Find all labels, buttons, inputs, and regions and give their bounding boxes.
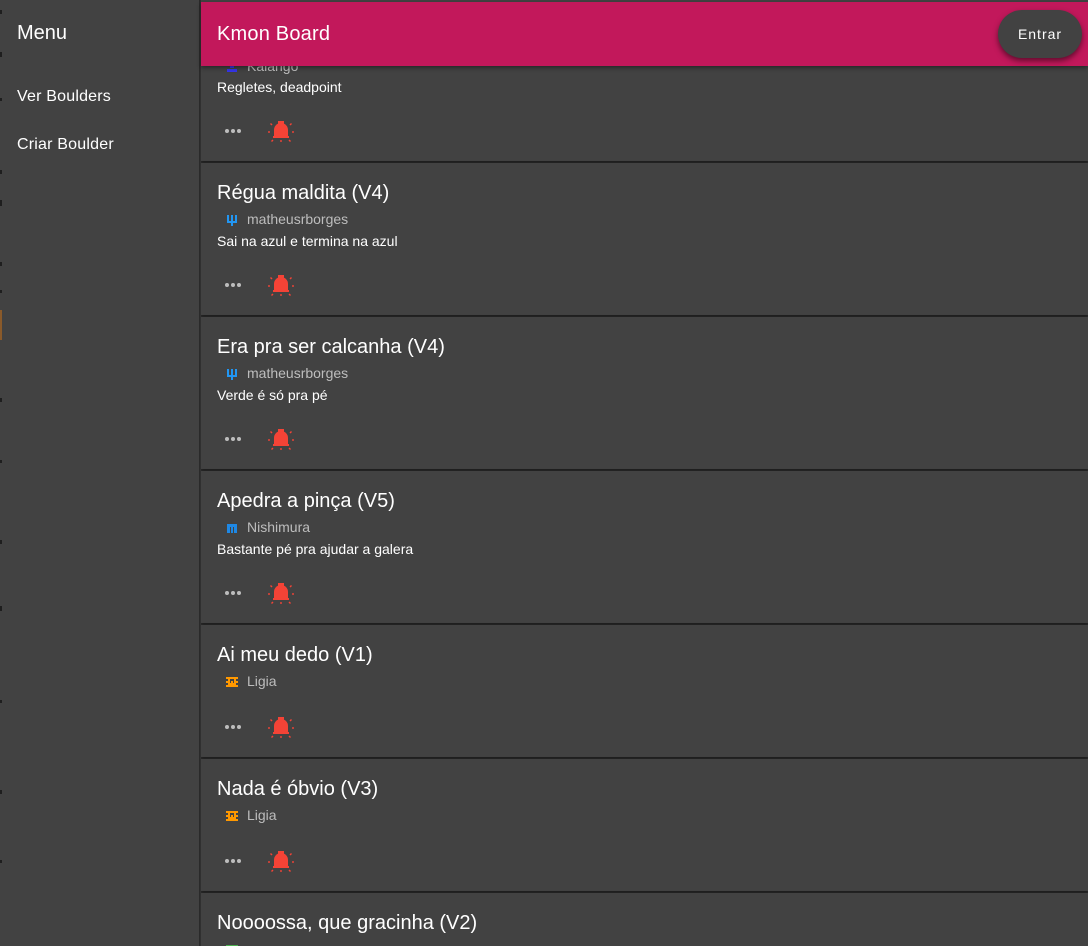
identicon-icon: [227, 215, 237, 226]
more-options-button[interactable]: [217, 115, 249, 147]
author-name: matheusrborges: [247, 365, 349, 381]
boulder-card: Régua maldita (V4) matheusrborges Sai na…: [201, 163, 1088, 315]
boulder-card: Ai meu dedo (V1) Ligia: [201, 625, 1088, 757]
lightbulb-icon: [268, 851, 294, 872]
more-horiz-icon: [225, 129, 241, 133]
author-name: Ligia: [247, 673, 277, 689]
boulder-list[interactable]: Kalango Regletes, deadpoint Régua maldit…: [201, 0, 1088, 946]
boulder-title: Nada é óbvio (V3): [217, 778, 379, 800]
app-bar: Kmon Board Entrar: [201, 2, 1088, 66]
boulder-title: Noooossa, que gracinha (V2): [217, 912, 478, 934]
boulder-title: Régua maldita (V4): [217, 182, 390, 204]
lightbulb-icon: [268, 717, 294, 738]
identicon-icon: [227, 524, 237, 533]
identicon-icon: [226, 811, 238, 821]
identicon-icon: [226, 677, 238, 687]
boulder-description: Verde é só pra pé: [217, 387, 328, 403]
more-options-button[interactable]: [217, 269, 249, 301]
more-horiz-icon: [225, 725, 241, 729]
more-options-button[interactable]: [217, 423, 249, 455]
sidebar-item-label: Criar Boulder: [17, 136, 114, 153]
lightbulb-icon: [268, 583, 294, 604]
more-options-button[interactable]: [217, 845, 249, 877]
more-horiz-icon: [225, 591, 241, 595]
identicon-icon: [227, 369, 237, 380]
login-button[interactable]: Entrar: [998, 10, 1082, 58]
app-window: Menu Ver Boulders Criar Boulder Kalango …: [0, 0, 1088, 946]
boulder-description: Sai na azul e termina na azul: [217, 233, 398, 249]
light-up-button[interactable]: [265, 422, 297, 454]
boulder-description: Regletes, deadpoint: [217, 79, 342, 95]
sidebar: Menu Ver Boulders Criar Boulder: [0, 0, 200, 946]
light-up-button[interactable]: [265, 114, 297, 146]
more-options-button[interactable]: [217, 711, 249, 743]
boulder-title: Era pra ser calcanha (V4): [217, 336, 445, 358]
boulder-card: Apedra a pinça (V5) Nishimura Bastante p…: [201, 471, 1088, 623]
author-name: Ligia: [247, 807, 277, 823]
more-horiz-icon: [225, 283, 241, 287]
lightbulb-icon: [268, 121, 294, 142]
lightbulb-icon: [268, 429, 294, 450]
boulder-card: Nada é óbvio (V3) Ligia: [201, 759, 1088, 891]
author-name: Nishimura: [247, 519, 311, 535]
light-up-button[interactable]: [265, 576, 297, 608]
boulder-title: Ai meu dedo (V1): [217, 644, 373, 666]
more-options-button[interactable]: [217, 577, 249, 609]
boulder-description: Bastante pé pra ajudar a galera: [217, 541, 414, 557]
boulder-card: Era pra ser calcanha (V4) matheusrborges…: [201, 317, 1088, 469]
sidebar-item-criar-boulder[interactable]: Criar Boulder: [0, 122, 200, 170]
more-horiz-icon: [225, 859, 241, 863]
light-up-button[interactable]: [265, 710, 297, 742]
app-title: Kmon Board: [217, 23, 331, 45]
light-up-button[interactable]: [265, 268, 297, 300]
sidebar-title: Menu: [17, 22, 68, 44]
lightbulb-icon: [268, 275, 294, 296]
author-name: matheusrborges: [247, 211, 349, 227]
more-horiz-icon: [225, 437, 241, 441]
sidebar-item-ver-boulders[interactable]: Ver Boulders: [0, 74, 200, 122]
light-up-button[interactable]: [265, 844, 297, 876]
sidebar-item-label: Ver Boulders: [17, 88, 112, 105]
boulder-title: Apedra a pinça (V5): [217, 490, 395, 512]
boulder-card: Noooossa, que gracinha (V2): [201, 893, 1088, 946]
